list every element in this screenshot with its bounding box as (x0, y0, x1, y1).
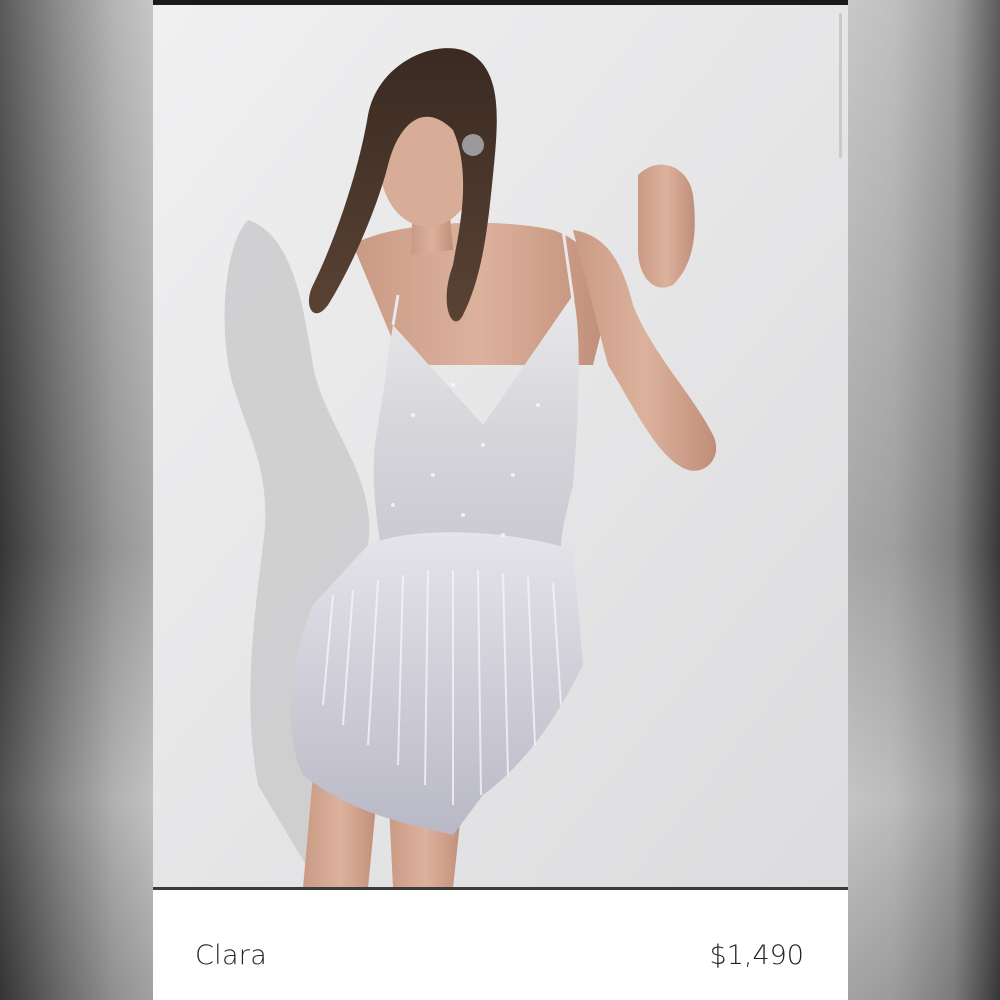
background-left (0, 0, 153, 1000)
product-name[interactable]: Clara (195, 940, 267, 971)
background-right (848, 0, 1000, 1000)
model-illustration (153, 5, 848, 888)
product-photo[interactable] (153, 5, 848, 888)
product-card[interactable]: Clara $1,490 (153, 0, 848, 1000)
product-price: $1,490 (709, 940, 804, 971)
product-info[interactable]: Clara $1,490 (153, 890, 848, 1000)
scrollbar[interactable] (839, 13, 842, 158)
